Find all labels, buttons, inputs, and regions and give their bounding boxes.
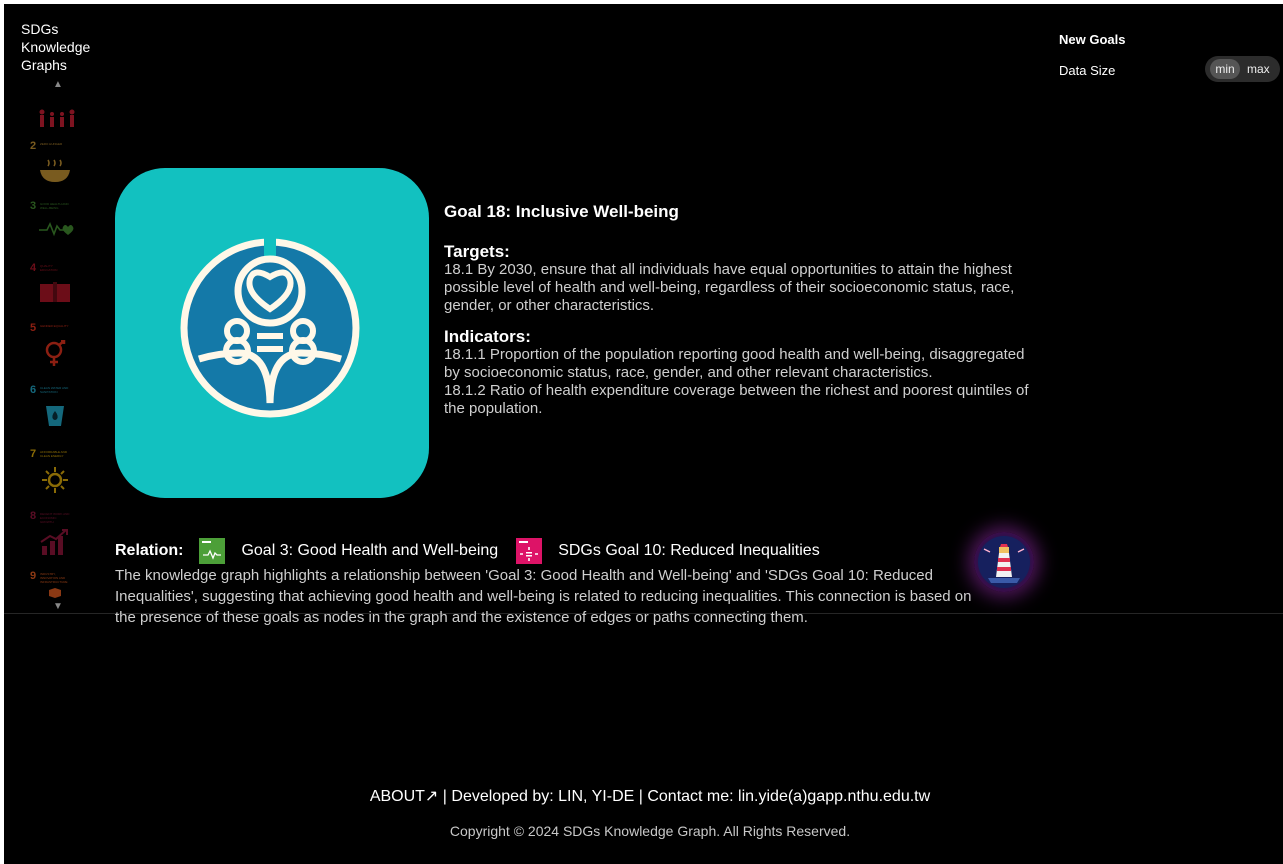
goal-number: 6 — [30, 384, 37, 396]
relation-label: Relation: — [115, 542, 184, 559]
lighthouse-icon — [978, 536, 1030, 588]
relation-goal-b[interactable]: SDGs Goal 10: Reduced Inequalities — [558, 542, 819, 560]
sidebar-goal-7[interactable]: 7 AFFORDABLE AND CLEAN ENERGY — [30, 448, 78, 498]
goal-label: DECENT WORK AND ECONOMIC GROWTH — [40, 512, 70, 524]
gender-icon — [45, 340, 66, 366]
sidebar-goal-1[interactable] — [30, 90, 78, 140]
data-size-min-option[interactable]: min — [1210, 59, 1240, 79]
goal-number: 5 — [30, 322, 37, 334]
goal-number: 3 — [30, 200, 37, 212]
sidebar-goal-8[interactable]: 8 DECENT WORK AND ECONOMIC GROWTH — [30, 510, 78, 560]
sidebar-goal-5[interactable]: 5 GENDER EQUALITY — [30, 322, 78, 372]
goal-label: AFFORDABLE AND CLEAN ENERGY — [40, 450, 68, 458]
goal-label: QUALITY EDUCATION — [40, 264, 58, 272]
top-controls: New Goals Data Size min max — [1059, 32, 1280, 82]
growth-icon — [40, 529, 68, 555]
app-screen: SDGs Knowledge Graphs ▲ 2 ZERO HUNGER 3 … — [4, 4, 1283, 864]
goal-3-badge-icon[interactable] — [199, 538, 226, 564]
sidebar-goal-4[interactable]: 4 QUALITY EDUCATION — [30, 262, 78, 312]
footer-links[interactable]: ABOUT↗ | Developed by: LIN, YI-DE | Cont… — [4, 786, 1283, 806]
scroll-down-arrow-icon[interactable]: ▼ — [53, 602, 63, 612]
goal-label: GENDER EQUALITY — [40, 324, 69, 328]
goal-number: 9 — [30, 570, 37, 582]
indicators-heading: Indicators: — [444, 327, 531, 346]
sidebar-goal-6[interactable]: 6 CLEAN WATER AND SANITATION — [30, 384, 78, 434]
copyright-text: Copyright © 2024 SDGs Knowledge Graph. A… — [449, 823, 851, 839]
sidebar-goal-2[interactable]: 2 ZERO HUNGER — [30, 140, 78, 190]
lighthouse-assistant-button[interactable] — [974, 532, 1034, 592]
goal-number: 7 — [30, 448, 37, 460]
scroll-up-arrow-icon[interactable]: ▲ — [53, 80, 63, 90]
data-size-max-option[interactable]: max — [1247, 59, 1270, 79]
targets-text: 18.1 By 2030, ensure that all individual… — [444, 261, 1015, 314]
targets-heading: Targets: — [444, 242, 510, 261]
family-icon — [39, 109, 75, 127]
goal-number: 2 — [30, 140, 37, 152]
new-goals-link[interactable]: New Goals — [1059, 32, 1125, 47]
indicator-1-text: 18.1.1 Proportion of the population repo… — [444, 346, 1025, 381]
data-size-label: Data Size — [1059, 63, 1116, 78]
goal-number: 8 — [30, 510, 37, 522]
goal-sidebar: ▲ 2 ZERO HUNGER 3 GOOD HEALTH AND WELL-B — [24, 76, 84, 616]
goal-label: CLEAN WATER AND SANITATION — [40, 386, 69, 394]
data-size-toggle[interactable]: min max — [1205, 56, 1280, 82]
indicator-2-text: 18.1.2 Ratio of health expenditure cover… — [444, 382, 1029, 417]
water-icon — [46, 406, 64, 426]
goal-details: Goal 18: Inclusive Well-being Targets: 1… — [444, 202, 1034, 430]
goal-label: ZERO HUNGER — [40, 142, 63, 146]
relation-description: The knowledge graph highlights a relatio… — [115, 567, 972, 626]
goal-icon-card — [115, 168, 429, 498]
goal-label: GOOD HEALTH AND WELL-BEING — [40, 202, 69, 210]
relation-goal-a[interactable]: Goal 3: Good Health and Well-being — [241, 542, 498, 560]
book-icon — [40, 282, 70, 302]
goal-label: INDUSTRY, INNOVATION AND INFRASTRUCTURE — [40, 572, 68, 584]
goal-title: Goal 18: Inclusive Well-being — [444, 202, 679, 221]
brand-title[interactable]: SDGs Knowledge Graphs — [21, 20, 111, 74]
goal-10-badge-icon[interactable] — [516, 538, 543, 564]
relation-row: Relation: Goal 3: Good Health and Well-b… — [115, 538, 838, 564]
sun-icon — [42, 467, 68, 493]
heartbeat-icon — [39, 222, 74, 237]
goal-number: 4 — [30, 262, 37, 274]
sidebar-goal-3[interactable]: 3 GOOD HEALTH AND WELL-BEING — [30, 200, 78, 250]
well-being-goal-icon — [180, 237, 360, 418]
bowl-icon — [40, 159, 70, 182]
